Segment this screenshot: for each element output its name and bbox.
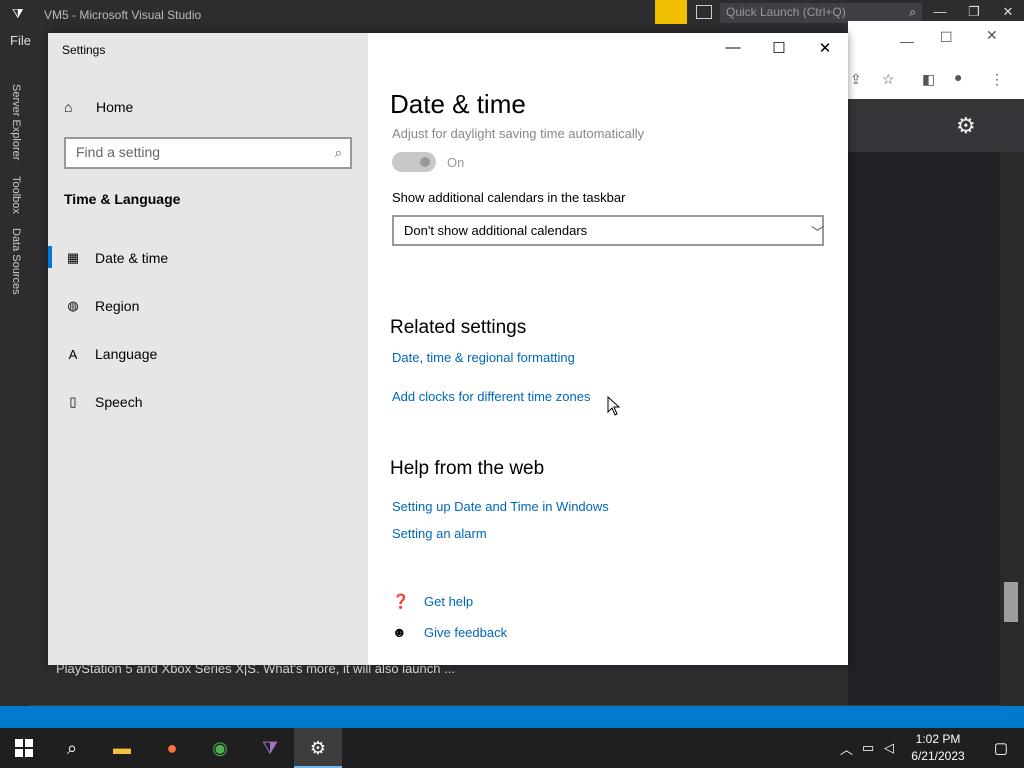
nav-item-date-time[interactable]: ▦ Date & time bbox=[48, 244, 368, 272]
taskbar-file-explorer[interactable]: ▬ bbox=[98, 728, 146, 768]
nav-section-title: Time & Language bbox=[64, 191, 181, 207]
date-time-page: Date & time Adjust for daylight saving t… bbox=[390, 33, 826, 665]
page-content bbox=[848, 152, 1000, 706]
search-icon: ⌕ bbox=[334, 145, 342, 160]
tray-chevron-up-icon[interactable]: ︿ bbox=[840, 728, 853, 768]
taskbar: ⌕ ▬ ● ◉ ⧩ ⚙ ︿ ▭ ◁ 1:02 PM 6/21/2023 ▢ bbox=[0, 728, 1024, 768]
nav-item-label: Date & time bbox=[95, 250, 169, 266]
help-chat-icon: ❓ bbox=[392, 592, 410, 609]
get-help-link[interactable]: ❓ Get help bbox=[392, 592, 473, 610]
notification-icon: ▢ bbox=[993, 740, 1009, 757]
nav-item-language[interactable]: A Language bbox=[48, 340, 368, 368]
action-center-button[interactable]: ▢ bbox=[978, 728, 1024, 768]
taskbar-firefox[interactable]: ● bbox=[148, 728, 196, 768]
link-regional-formatting[interactable]: Date, time & regional formatting bbox=[392, 350, 575, 365]
feedback-person-icon: ☻ bbox=[392, 624, 407, 640]
give-feedback-label: Give feedback bbox=[424, 624, 508, 640]
visual-studio-logo-icon: ⧩ bbox=[12, 6, 24, 21]
gear-icon[interactable]: ⚙ bbox=[956, 113, 976, 139]
settings-nav-pane: Settings ⌂ Home Find a setting ⌕ Time & … bbox=[48, 33, 368, 665]
network-icon[interactable]: ▭ bbox=[862, 728, 874, 768]
vs-window-title: VM5 - Microsoft Visual Studio bbox=[44, 8, 202, 22]
quick-launch-input[interactable]: Quick Launch (Ctrl+Q) ⌕ bbox=[720, 3, 922, 23]
nav-item-label: Language bbox=[95, 346, 158, 362]
file-explorer-icon: ▬ bbox=[113, 737, 131, 758]
chrome-icon: ◉ bbox=[212, 737, 228, 758]
sidebar-icon[interactable]: ◧ bbox=[922, 71, 935, 88]
related-settings-heading: Related settings bbox=[390, 317, 527, 338]
nav-item-label: Region bbox=[95, 298, 140, 314]
page-header: ⚙ bbox=[848, 99, 1024, 152]
nav-home[interactable]: ⌂ Home bbox=[64, 97, 133, 117]
start-icon bbox=[15, 739, 33, 757]
calendars-dropdown[interactable]: Don't show additional calendars ﹀ bbox=[392, 215, 824, 246]
taskbar-chrome[interactable]: ◉ bbox=[196, 728, 244, 768]
settings-window: Settings ⌂ Home Find a setting ⌕ Time & … bbox=[48, 33, 848, 665]
browser-toolbar: — ☐ ✕ ⇪ ☆ ◧ ● ⋮ bbox=[848, 21, 1024, 99]
nav-item-label: Speech bbox=[95, 394, 143, 410]
settings-app-title: Settings bbox=[62, 43, 106, 57]
browser-minimize-icon[interactable]: — bbox=[900, 33, 914, 49]
firefox-icon: ● bbox=[166, 737, 178, 758]
scrollbar-thumb[interactable] bbox=[1004, 582, 1018, 622]
menu-file[interactable]: File bbox=[10, 33, 31, 48]
search-icon: ⌕ bbox=[909, 5, 916, 19]
vertical-scrollbar[interactable] bbox=[1000, 152, 1024, 706]
link-add-clocks[interactable]: Add clocks for different time zones bbox=[392, 389, 590, 404]
clock-date: 6/21/2023 bbox=[911, 749, 965, 763]
help-heading: Help from the web bbox=[390, 458, 545, 479]
quick-launch-placeholder: Quick Launch (Ctrl+Q) bbox=[726, 5, 846, 19]
calendar-clock-icon: ▦ bbox=[66, 250, 80, 265]
dst-toggle[interactable] bbox=[392, 152, 436, 172]
mouse-cursor-icon bbox=[607, 396, 621, 416]
dst-label: Adjust for daylight saving time automati… bbox=[392, 126, 645, 141]
browser-maximize-icon[interactable]: ☐ bbox=[940, 29, 953, 46]
link-setup-date-time[interactable]: Setting up Date and Time in Windows bbox=[392, 499, 609, 514]
volume-muted-icon[interactable]: ◁ bbox=[884, 728, 894, 768]
search-icon: ⌕ bbox=[66, 737, 78, 758]
get-help-label: Get help bbox=[424, 593, 474, 609]
data-sources-tab[interactable]: Data Sources bbox=[10, 228, 22, 295]
server-explorer-tab[interactable]: Server Explorer bbox=[10, 84, 22, 160]
toggle-knob bbox=[420, 157, 430, 167]
start-button[interactable] bbox=[0, 728, 48, 768]
share-icon[interactable]: ⇪ bbox=[850, 71, 862, 88]
link-setting-alarm[interactable]: Setting an alarm bbox=[392, 526, 487, 541]
visual-studio-icon: ⧩ bbox=[261, 737, 279, 758]
microphone-icon: ▯ bbox=[69, 394, 77, 409]
vs-status-bar bbox=[0, 706, 1024, 728]
language-icon: A bbox=[68, 346, 78, 362]
notification-flag-icon[interactable] bbox=[655, 0, 687, 24]
calendars-label: Show additional calendars in the taskbar bbox=[392, 190, 626, 205]
chevron-down-icon: ﹀ bbox=[810, 225, 824, 240]
taskbar-settings[interactable]: ⚙ bbox=[294, 728, 342, 768]
taskbar-clock[interactable]: 1:02 PM 6/21/2023 bbox=[898, 731, 978, 765]
calendars-dropdown-value: Don't show additional calendars bbox=[404, 223, 588, 238]
profile-icon[interactable]: ● bbox=[954, 69, 962, 85]
settings-icon: ⚙ bbox=[309, 737, 327, 758]
clock-time: 1:02 PM bbox=[915, 732, 961, 746]
nav-item-speech[interactable]: ▯ Speech bbox=[48, 388, 368, 416]
taskbar-search-button[interactable]: ⌕ bbox=[48, 728, 96, 768]
taskbar-visual-studio[interactable]: ⧩ bbox=[246, 728, 294, 768]
browser-close-icon[interactable]: ✕ bbox=[986, 27, 998, 44]
nav-home-label: Home bbox=[96, 99, 134, 115]
dst-toggle-state: On bbox=[447, 155, 465, 170]
home-icon: ⌂ bbox=[64, 99, 73, 115]
find-setting-placeholder: Find a setting bbox=[76, 144, 161, 160]
feedback-icon[interactable] bbox=[696, 5, 712, 19]
page-title: Date & time bbox=[390, 89, 526, 119]
nav-item-region[interactable]: ◍ Region bbox=[48, 292, 368, 320]
browser-menu-icon[interactable]: ⋮ bbox=[990, 71, 1004, 88]
find-setting-input[interactable]: Find a setting ⌕ bbox=[64, 137, 352, 169]
give-feedback-link[interactable]: ☻ Give feedback bbox=[392, 623, 507, 641]
globe-icon: ◍ bbox=[67, 298, 79, 313]
toolbox-tab[interactable]: Toolbox bbox=[10, 176, 22, 214]
bookmark-star-icon[interactable]: ☆ bbox=[882, 71, 895, 88]
